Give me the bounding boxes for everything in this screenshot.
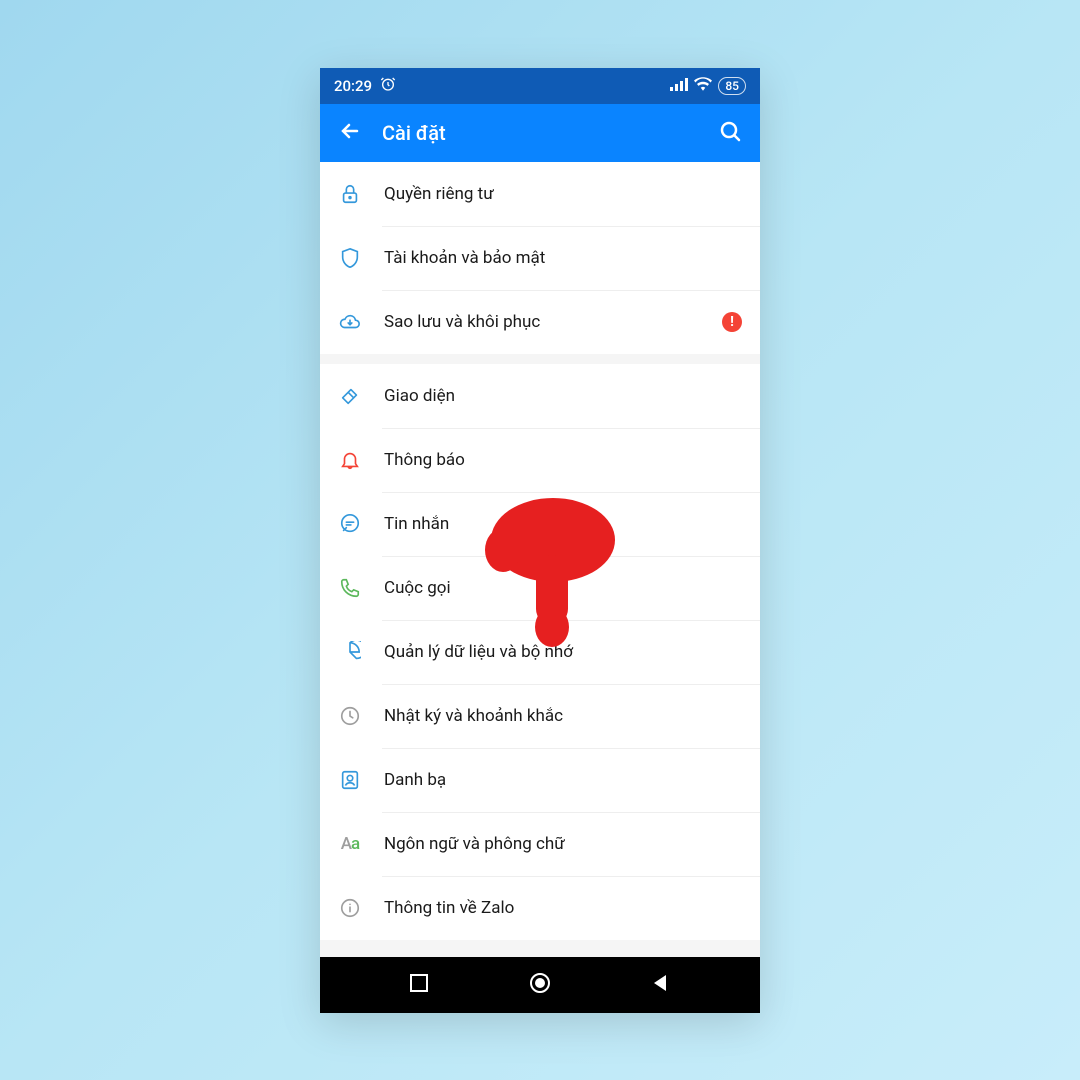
search-icon[interactable] — [718, 119, 742, 147]
row-label: Nhật ký và khoảnh khắc — [384, 706, 742, 726]
alert-badge-icon: ! — [722, 312, 742, 332]
contact-icon — [338, 768, 362, 792]
row-backup-restore[interactable]: Sao lưu và khôi phục ! — [320, 290, 760, 354]
row-about[interactable]: Thông tin về Zalo — [320, 876, 760, 940]
recent-apps-icon[interactable] — [409, 973, 429, 997]
row-data-storage[interactable]: Quản lý dữ liệu và bộ nhớ — [320, 620, 760, 684]
row-label: Giao diện — [384, 386, 742, 406]
settings-section-2: Giao diện Thông báo Tin nhắn — [320, 364, 760, 940]
row-language-font[interactable]: Aa Ngôn ngữ và phông chữ — [320, 812, 760, 876]
row-timeline[interactable]: Nhật ký và khoảnh khắc — [320, 684, 760, 748]
message-icon — [338, 512, 362, 536]
lock-icon — [338, 182, 362, 206]
row-calls[interactable]: Cuộc gọi — [320, 556, 760, 620]
phone-frame: 20:29 85 — [320, 68, 760, 1013]
shield-icon — [338, 246, 362, 270]
bell-icon — [338, 448, 362, 472]
wifi-icon — [694, 77, 712, 95]
cloud-icon — [338, 310, 362, 334]
status-time: 20:29 — [334, 77, 372, 95]
info-icon — [338, 896, 362, 920]
row-privacy[interactable]: Quyền riêng tư — [320, 162, 760, 226]
row-label: Thông báo — [384, 450, 742, 470]
row-label: Danh bạ — [384, 770, 742, 790]
row-messages[interactable]: Tin nhắn — [320, 492, 760, 556]
pie-chart-icon — [338, 640, 362, 664]
font-icon: Aa — [338, 832, 362, 856]
row-label: Cuộc gọi — [384, 578, 742, 598]
status-bar: 20:29 85 — [320, 68, 760, 104]
home-icon[interactable] — [528, 971, 552, 999]
back-nav-icon[interactable] — [651, 973, 671, 997]
row-label: Quyền riêng tư — [384, 184, 742, 204]
row-label: Ngôn ngữ và phông chữ — [384, 834, 742, 854]
battery-indicator: 85 — [718, 77, 746, 95]
alarm-icon — [380, 76, 396, 96]
row-interface[interactable]: Giao diện — [320, 364, 760, 428]
row-label: Thông tin về Zalo — [384, 898, 742, 918]
settings-section-1: Quyền riêng tư Tài khoản và bảo mật S — [320, 162, 760, 354]
row-label: Tin nhắn — [384, 514, 742, 534]
signal-icon — [670, 77, 688, 95]
row-label: Sao lưu và khôi phục — [384, 312, 700, 332]
back-icon[interactable] — [338, 119, 362, 147]
brush-icon — [338, 384, 362, 408]
row-label: Tài khoản và bảo mật — [384, 248, 742, 268]
row-contacts[interactable]: Danh bạ — [320, 748, 760, 812]
app-header: Cài đặt — [320, 104, 760, 162]
clock-icon — [338, 704, 362, 728]
settings-content: Quyền riêng tư Tài khoản và bảo mật S — [320, 162, 760, 957]
android-nav-bar — [320, 957, 760, 1013]
phone-icon — [338, 576, 362, 600]
header-title: Cài đặt — [382, 121, 698, 145]
row-notifications[interactable]: Thông báo — [320, 428, 760, 492]
row-account-security[interactable]: Tài khoản và bảo mật — [320, 226, 760, 290]
row-label: Quản lý dữ liệu và bộ nhớ — [384, 642, 742, 662]
